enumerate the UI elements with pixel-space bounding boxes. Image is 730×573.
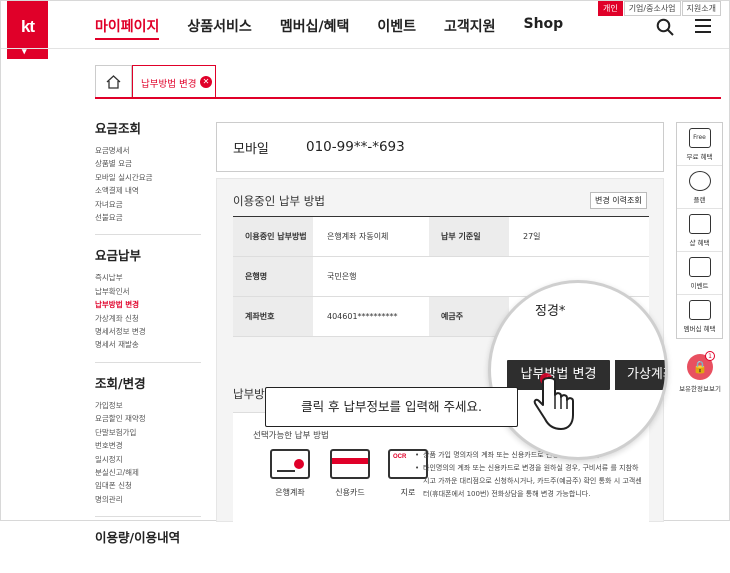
sidebar-item[interactable]: 납부확인서 (95, 285, 201, 298)
home-icon (106, 75, 121, 89)
quick-shop-benefit[interactable]: 샵 혜택 (677, 209, 722, 252)
header-divider (1, 48, 729, 49)
table-cell: 27일 (509, 217, 649, 256)
sidebar-item[interactable]: 임대폰 신청 (95, 479, 201, 492)
table-header-cell: 계좌번호 (233, 297, 313, 336)
membership-card-icon (688, 300, 711, 320)
sidebar-section-usage: 이용량/이용내역 (95, 527, 201, 563)
logo-text: kt (20, 17, 35, 36)
quick-label: 샵 혜택 (689, 239, 710, 247)
table-cell: 404601********** (313, 297, 429, 336)
table-header-cell: 이용중인 납부방법 (233, 217, 313, 256)
quick-event[interactable]: 이벤트 (677, 252, 722, 295)
close-tab-icon[interactable]: ✕ (200, 76, 212, 88)
nav-products[interactable]: 상품서비스 (187, 16, 251, 40)
quick-label: 플랜 (693, 196, 706, 204)
sidebar-item[interactable]: 즉시납부 (95, 271, 201, 284)
account-holder-name: 정경* (535, 304, 566, 319)
nav-shop[interactable]: Shop (524, 16, 564, 40)
virtual-account-button[interactable]: 가상계좌 (615, 360, 665, 390)
table-row: 이용중인 납부방법 은행계좌 자동이체 납부 기준일 27일 (233, 217, 649, 257)
credit-card-icon (330, 449, 370, 479)
sidebar-section-billing: 요금조회 요금명세서 상품별 요금 모바일 실시간요금 소액결제 내역 자녀요금… (95, 118, 201, 236)
sidebar-heading: 요금조회 (95, 121, 142, 136)
method-credit-card[interactable]: 신용카드 (327, 449, 373, 498)
cart-icon (688, 214, 711, 234)
sidebar: 요금조회 요금명세서 상품별 요금 모바일 실시간요금 소액결제 내역 자녀요금… (95, 118, 201, 573)
section-title-new-method: 납부방 (233, 387, 265, 401)
instruction-callout: 클릭 후 납부정보를 입력해 주세요. (265, 387, 518, 427)
sidebar-item[interactable]: 명의관리 (95, 493, 201, 506)
sidebar-item[interactable]: 가입정보 (95, 399, 201, 412)
payment-title: 이용중인 납부 방법 (233, 194, 325, 208)
notes: 상품 가입 명의자의 계좌 또는 신용카드로 변경이 가능합니다. 타인명의의 … (415, 449, 643, 501)
mobile-number-card: 모바일 010-99**-*693 (216, 122, 664, 172)
quick-label: 무료 혜택 (686, 153, 713, 161)
table-header-cell: 은행명 (233, 257, 313, 296)
method-bank[interactable]: 은행계좌 (267, 449, 313, 498)
note-item: 타인명의의 계좌 또는 신용카드로 변경을 원하실 경우, 구비서류 를 지참하… (415, 462, 643, 501)
utility-personal[interactable]: 개인 (597, 1, 623, 16)
sidebar-item[interactable]: 단말보험가입 (95, 426, 201, 439)
sidebar-item[interactable]: 일시정지 (95, 453, 201, 466)
utility-business[interactable]: 기업/중소사업 (623, 1, 681, 16)
sidebar-item[interactable]: 상품별 요금 (95, 157, 201, 170)
zoom-magnifier: 정경* 납부방법 변경 가상계좌 (488, 280, 668, 460)
sidebar-heading: 요금납부 (95, 248, 142, 264)
nav-support[interactable]: 고객지원 (444, 16, 496, 40)
free-tag-icon: Free (688, 128, 711, 148)
tab-label: 납부방법 변경 (141, 79, 197, 90)
sidebar-heading: 조회/변경 (95, 375, 146, 391)
quick-menu: Free 무료 혜택 플랜 샵 혜택 이벤트 멤버십 혜택 (676, 122, 723, 339)
mobile-number: 010-99**-*693 (306, 139, 405, 155)
gift-icon (688, 257, 711, 277)
sidebar-item[interactable]: 가상계좌 신청 (95, 312, 201, 325)
quick-plan[interactable]: 플랜 (677, 166, 722, 209)
hamburger-menu-icon[interactable] (695, 19, 711, 33)
sidebar-section-change: 조회/변경 가입정보 요금할인 재약정 단말보험가입 번호변경 일시정지 분실신… (95, 373, 201, 518)
plan-icon (688, 171, 711, 191)
sidebar-item[interactable]: 요금할인 재약정 (95, 412, 201, 425)
lock-label: 보유한정보보기 (679, 385, 721, 393)
mobile-label: 모바일 (233, 142, 269, 157)
tab-underline (95, 97, 721, 99)
sidebar-item[interactable]: 요금명세서 (95, 144, 201, 157)
quick-free-benefit[interactable]: Free 무료 혜택 (677, 123, 722, 166)
kt-logo[interactable]: kt ▾ (7, 1, 48, 59)
sidebar-heading: 이용량/이용내역 (95, 530, 181, 546)
history-button[interactable]: 변경 이력조회 (590, 192, 647, 209)
nav-membership[interactable]: 멤버십/혜택 (280, 16, 350, 40)
quick-membership-benefit[interactable]: 멤버십 혜택 (677, 295, 722, 338)
sidebar-item[interactable]: 명세서 재발송 (95, 338, 201, 351)
notification-badge: 1 (705, 351, 715, 361)
sidebar-item[interactable]: 번호변경 (95, 439, 201, 452)
utility-links: 개인 기업/중소사업 지원소개 (597, 1, 721, 16)
table-cell: 은행계좌 자동이체 (313, 217, 429, 256)
method-label: 은행계좌 (275, 488, 305, 497)
main-nav: 마이페이지 상품서비스 멤버십/혜택 이벤트 고객지원 Shop (95, 16, 591, 40)
method-label: 지로 (400, 488, 416, 497)
quick-label: 이벤트 (690, 282, 709, 290)
bank-card-icon (270, 449, 310, 479)
sidebar-item-active[interactable]: 납부방법 변경 (95, 298, 201, 311)
sidebar-item[interactable]: 모바일 실시간요금 (95, 171, 201, 184)
sidebar-item[interactable]: 소액결제 내역 (95, 184, 201, 197)
nav-mypage[interactable]: 마이페이지 (95, 16, 160, 40)
select-label: 선택가능한 납부 방법 (253, 431, 329, 441)
sidebar-item[interactable]: 자녀요금 (95, 198, 201, 211)
sidebar-item[interactable]: 분실신고/해제 (95, 466, 201, 479)
sidebar-item[interactable]: 명세서정보 변경 (95, 325, 201, 338)
sidebar-item[interactable]: 선불요금 (95, 211, 201, 224)
method-label: 신용카드 (335, 488, 365, 497)
home-tab[interactable] (95, 65, 132, 98)
pointer-hand-icon (533, 373, 574, 430)
utility-about[interactable]: 지원소개 (681, 1, 721, 16)
table-header-cell: 납부 기준일 (429, 217, 509, 256)
sidebar-section-payment: 요금납부 즉시납부 납부확인서 납부방법 변경 가상계좌 신청 명세서정보 변경… (95, 245, 201, 363)
search-icon[interactable] (656, 18, 674, 36)
nav-event[interactable]: 이벤트 (377, 16, 416, 40)
quick-label: 멤버십 혜택 (683, 325, 716, 333)
